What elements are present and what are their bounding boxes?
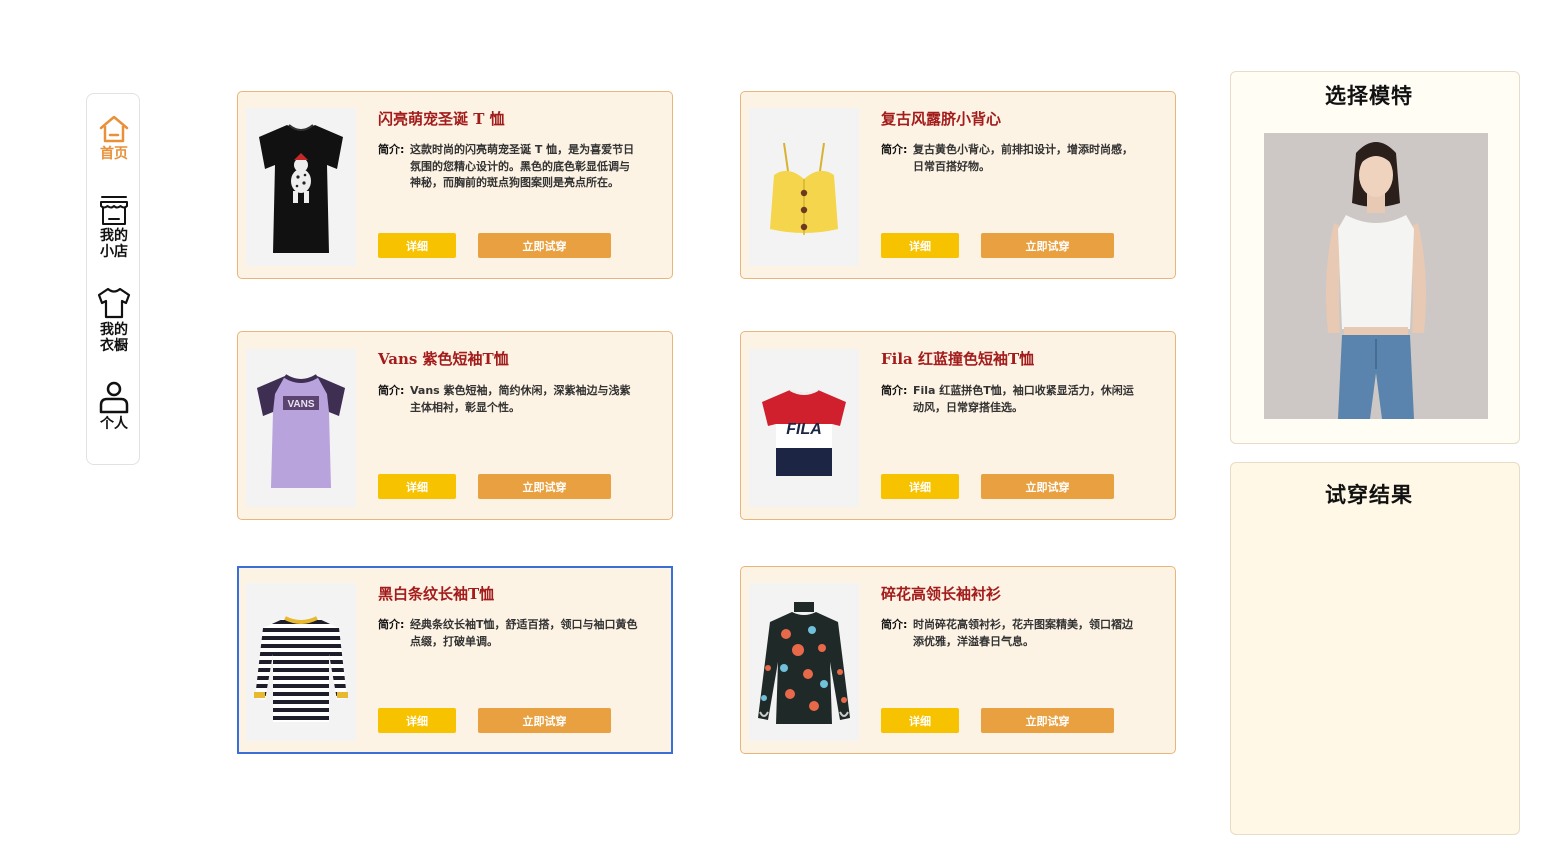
model-photo[interactable] <box>1264 133 1488 419</box>
home-icon <box>98 114 130 144</box>
sidebar-item-home[interactable]: 首页 <box>87 114 141 162</box>
detail-button[interactable]: 详细 <box>378 474 456 499</box>
try-on-button[interactable]: 立即试穿 <box>981 474 1114 499</box>
description-text: Fila 红蓝拼色T恤，袖口收紧显活力，休闲运动风，日常穿搭佳选。 <box>913 384 1134 414</box>
try-on-result-panel: 试穿结果 <box>1230 462 1520 835</box>
description-text: 时尚碎花高领衬衫，花卉图案精美，领口褶边添优雅，洋溢春日气息。 <box>913 618 1133 648</box>
description-label: 简介: <box>378 618 405 631</box>
sidebar-item-label: 首页 <box>100 146 128 162</box>
product-title: Vans 紫色短袖T恤 <box>378 350 509 368</box>
product-card[interactable]: VANS Vans 紫色短袖T恤 简介: Vans 紫色短袖，简约休闲，深紫袖边… <box>237 331 673 520</box>
product-card[interactable]: 复古风露脐小背心 简介: 复古黄色小背心，前排扣设计，增添时尚感，日常百搭好物。… <box>740 91 1176 279</box>
product-image-yellow-crop-top <box>749 108 859 266</box>
detail-button[interactable]: 详细 <box>881 474 959 499</box>
try-on-button[interactable]: 立即试穿 <box>981 708 1114 733</box>
product-description: 简介: 经典条纹长袖T恤，舒适百搭，领口与袖口黄色点缀，打破单调。 <box>378 617 640 650</box>
description-label: 简介: <box>881 143 908 156</box>
shirt-icon <box>97 286 131 320</box>
detail-button[interactable]: 详细 <box>881 233 959 258</box>
product-image-fila-tshirt: FILA <box>749 349 859 507</box>
product-title: Fila 红蓝撞色短袖T恤 <box>881 350 1035 368</box>
description-label: 简介: <box>881 618 908 631</box>
sidebar-item-my-wardrobe[interactable]: 我的衣橱 <box>87 286 141 354</box>
try-on-button[interactable]: 立即试穿 <box>478 233 611 258</box>
detail-button[interactable]: 详细 <box>378 708 456 733</box>
detail-button[interactable]: 详细 <box>378 233 456 258</box>
product-card-selected[interactable]: 黑白条纹长袖T恤 简介: 经典条纹长袖T恤，舒适百搭，领口与袖口黄色点缀，打破单… <box>237 566 673 754</box>
model-panel-title: 选择模特 <box>1325 84 1413 108</box>
product-description: 简介: 复古黄色小背心，前排扣设计，增添时尚感，日常百搭好物。 <box>881 142 1143 175</box>
description-label: 简介: <box>378 384 405 397</box>
detail-button[interactable]: 详细 <box>881 708 959 733</box>
model-selection-panel: 选择模特 <box>1230 71 1520 444</box>
fila-logo: FILA <box>786 421 822 438</box>
description-text: 这款时尚的闪亮萌宠圣诞 T 恤，是为喜爱节日氛围的您精心设计的。黑色的底色彰显低… <box>410 143 635 189</box>
product-title: 黑白条纹长袖T恤 <box>378 585 495 603</box>
vans-logo: VANS <box>287 399 314 410</box>
sidebar-item-my-store[interactable]: 我的小店 <box>87 194 141 260</box>
sidebar-item-profile[interactable]: 个人 <box>87 380 141 432</box>
description-label: 简介: <box>881 384 908 397</box>
product-card[interactable]: 闪亮萌宠圣诞 T 恤 简介: 这款时尚的闪亮萌宠圣诞 T 恤，是为喜爱节日氛围的… <box>237 91 673 279</box>
person-icon <box>97 380 131 414</box>
product-title: 闪亮萌宠圣诞 T 恤 <box>378 110 505 128</box>
try-on-button[interactable]: 立即试穿 <box>478 708 611 733</box>
sidebar-item-label: 个人 <box>100 416 128 432</box>
product-image-black-tshirt <box>246 108 356 266</box>
description-text: 复古黄色小背心，前排扣设计，增添时尚感，日常百搭好物。 <box>913 143 1133 173</box>
product-image-vans-tshirt: VANS <box>246 349 356 507</box>
product-description: 简介: Fila 红蓝拼色T恤，袖口收紧显活力，休闲运动风，日常穿搭佳选。 <box>881 383 1143 416</box>
store-icon <box>98 194 130 226</box>
product-title: 复古风露脐小背心 <box>881 110 1002 128</box>
sidebar-item-label: 我的衣橱 <box>100 322 128 354</box>
try-on-button[interactable]: 立即试穿 <box>478 474 611 499</box>
sidebar-nav: 首页 我的小店 我的衣橱 个人 <box>86 93 140 465</box>
result-panel-title: 试穿结果 <box>1325 483 1413 507</box>
sidebar-item-label: 我的小店 <box>100 228 128 260</box>
product-image-striped-longsleeve <box>246 583 356 741</box>
description-label: 简介: <box>378 143 405 156</box>
product-card[interactable]: 碎花高领长袖衬衫 简介: 时尚碎花高领衬衫，花卉图案精美，领口褶边添优雅，洋溢春… <box>740 566 1176 754</box>
product-description: 简介: 这款时尚的闪亮萌宠圣诞 T 恤，是为喜爱节日氛围的您精心设计的。黑色的底… <box>378 142 640 192</box>
product-image-floral-shirt <box>749 583 859 741</box>
description-text: 经典条纹长袖T恤，舒适百搭，领口与袖口黄色点缀，打破单调。 <box>410 618 638 648</box>
product-card[interactable]: FILA Fila 红蓝撞色短袖T恤 简介: Fila 红蓝拼色T恤，袖口收紧显… <box>740 331 1176 520</box>
try-on-button[interactable]: 立即试穿 <box>981 233 1114 258</box>
product-description: 简介: Vans 紫色短袖，简约休闲，深紫袖边与浅紫主体相衬，彰显个性。 <box>378 383 640 416</box>
product-description: 简介: 时尚碎花高领衬衫，花卉图案精美，领口褶边添优雅，洋溢春日气息。 <box>881 617 1143 650</box>
product-title: 碎花高领长袖衬衫 <box>881 585 1002 603</box>
description-text: Vans 紫色短袖，简约休闲，深紫袖边与浅紫主体相衬，彰显个性。 <box>410 384 631 414</box>
